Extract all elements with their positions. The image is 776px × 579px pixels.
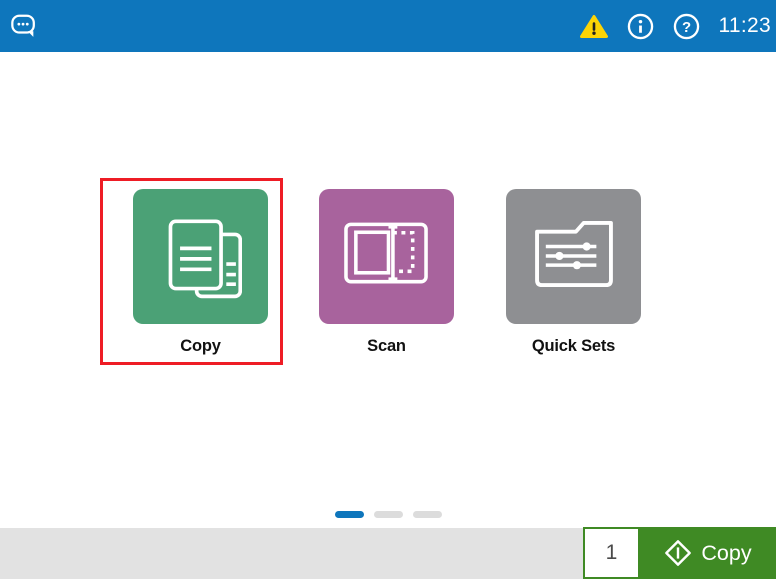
warning-triangle-icon[interactable] [580,14,608,39]
page-pill-2[interactable] [374,511,403,518]
quick-sets-app: Quick Sets [506,189,641,356]
quick-sets-folder-icon [533,219,615,294]
page-indicator [0,511,776,518]
printer-home-screen: ? 11:23 Copy [0,0,776,579]
start-button-label: Copy [701,541,751,566]
copy-app-tile[interactable] [133,189,268,324]
copy-documents-icon [160,210,242,304]
quick-sets-app-label: Quick Sets [506,337,641,356]
chat-bubble-icon[interactable] [10,12,38,40]
start-diamond-icon [664,539,692,567]
quick-sets-app-tile[interactable] [506,189,641,324]
clock-time: 11:23 [719,14,772,38]
copies-count-value: 1 [606,541,618,565]
scan-app-label: Scan [319,337,454,356]
help-icon[interactable]: ? [673,13,700,40]
copy-app-label: Copy [133,337,268,356]
copies-count-field[interactable]: 1 [583,527,640,579]
copy-app: Copy [133,189,268,356]
svg-text:?: ? [681,18,690,35]
page-pill-1[interactable] [335,511,364,518]
scan-app: Scan [319,189,454,356]
status-bar: ? 11:23 [0,0,776,52]
scanner-flatbed-icon [344,222,429,291]
scan-app-tile[interactable] [319,189,454,324]
page-pill-3[interactable] [413,511,442,518]
start-copy-button[interactable]: Copy [640,527,776,579]
info-icon[interactable] [627,13,654,40]
